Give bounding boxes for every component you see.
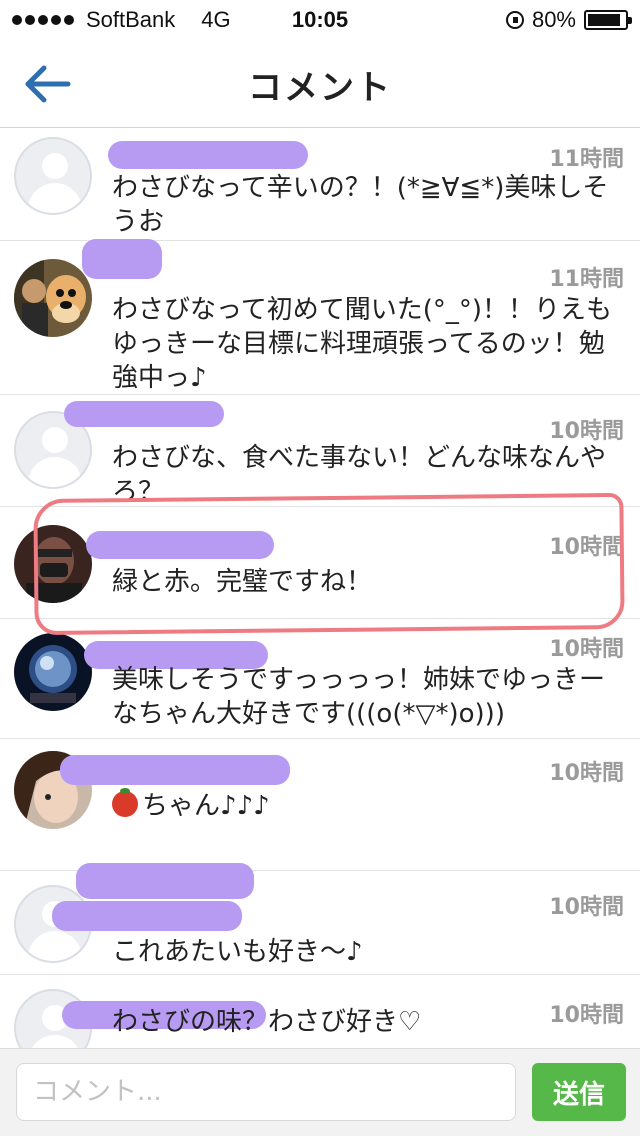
comment-text-body: ちゃん♪♪♪ — [142, 791, 270, 821]
network-label: 4G — [201, 7, 231, 32]
comment-time: 10時間 — [549, 761, 624, 786]
avatar[interactable] — [14, 137, 92, 215]
comment-text: わさびなって辛いの？！(*≧∀≦*)美味しそうお — [112, 173, 609, 237]
comment-text: わさびの味？わさび好き♡ — [112, 1007, 422, 1037]
comment-time: 11時間 — [549, 267, 624, 292]
comment-input[interactable] — [16, 1063, 516, 1121]
username-redaction — [64, 401, 224, 427]
navigation-bar: コメント — [0, 40, 640, 128]
avatar-photo — [14, 633, 92, 711]
avatar[interactable] — [14, 633, 92, 711]
comment-item[interactable]: 10時間 ちゃん♪♪♪ — [0, 739, 640, 871]
comment-item[interactable]: 10時間 わさびの味？わさび好き♡ — [0, 975, 640, 1049]
rotation-lock-icon — [505, 11, 524, 29]
comment-item[interactable]: 10時間 美味しそうですっっっっ！姉妹でゆっきーなちゃん大好きです(((o(*▽… — [0, 619, 640, 739]
comment-text: わさびなって初めて聞いた(°_°)！！りえもゆっきーな目標に料理頑張ってるのッ！… — [112, 295, 612, 393]
battery-icon — [584, 10, 632, 30]
comment-text: これあたいも好き〜♪ — [112, 937, 363, 967]
comment-item[interactable]: 11時間 わさびなって初めて聞いた(°_°)！！りえもゆっきーな目標に料理頑張っ… — [0, 239, 640, 395]
send-button[interactable]: 送信 — [532, 1063, 626, 1121]
comment-item[interactable]: 11時間 わさびなって辛いの？！(*≧∀≦*)美味しそうお — [0, 129, 640, 241]
status-left: SoftBank 4G — [12, 7, 231, 33]
comment-text: 美味しそうですっっっっ！姉妹でゆっきーなちゃん大好きです(((o(*▽*)o))… — [112, 665, 605, 729]
status-bar: SoftBank 4G 10:05 80% — [0, 0, 640, 40]
highlight-annotation — [33, 492, 625, 636]
avatar[interactable] — [14, 259, 92, 337]
tomato-icon — [112, 788, 138, 817]
carrier-label: SoftBank — [86, 7, 176, 32]
comment-time: 11時間 — [549, 147, 624, 172]
username-redaction — [52, 901, 242, 931]
battery-percent: 80% — [531, 7, 576, 32]
status-right: 80% — [505, 7, 632, 33]
comment-composer: 送信 — [0, 1048, 640, 1136]
username-redaction — [60, 755, 290, 785]
comment-time: 10時間 — [549, 895, 624, 920]
comment-text: ちゃん♪♪♪ — [112, 788, 622, 823]
signal-icon — [12, 15, 74, 25]
avatar-photo — [14, 259, 92, 337]
comment-item[interactable]: 10時間 これあたいも好き〜♪ — [0, 863, 640, 975]
username-redaction — [82, 239, 162, 279]
username-redaction — [108, 141, 308, 169]
username-redaction — [76, 863, 254, 899]
page-title: コメント — [248, 68, 392, 108]
comment-time: 10時間 — [549, 637, 624, 662]
app-screen: SoftBank 4G 10:05 80% コメント 11時間 わさびなって辛い… — [0, 0, 640, 1136]
comment-item[interactable]: 10時間 わさびな、食べた事ない！どんな味なんやろ？ — [0, 395, 640, 507]
